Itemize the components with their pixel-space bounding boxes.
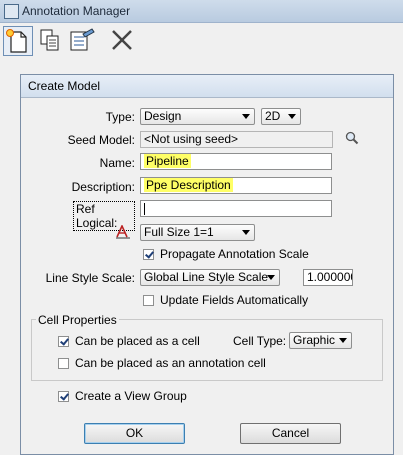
can-be-cell-checkbox[interactable] [58, 336, 69, 347]
name-label: Name: [99, 156, 135, 170]
type-label: Type: [105, 110, 135, 124]
chevron-down-icon [242, 230, 250, 235]
chevron-down-icon [288, 114, 296, 119]
dialog-title: Create Model [28, 79, 101, 93]
window-title-bar: Annotation Manager [0, 0, 403, 23]
type-value: Design [144, 109, 182, 123]
chevron-down-icon [267, 275, 275, 280]
can-be-cell-label: Can be placed as a cell [75, 334, 200, 348]
toolbar [0, 23, 403, 58]
ref-logical-input[interactable] [140, 200, 332, 217]
view-group-checkbox[interactable] [58, 391, 69, 402]
type-select[interactable]: Design [140, 108, 255, 125]
annotation-scale-icon [115, 224, 131, 242]
copy-model-icon[interactable] [36, 26, 64, 54]
app-icon [4, 4, 19, 19]
seed-model-field: <Not using seed> [140, 131, 333, 148]
annotation-scale-select[interactable]: Full Size 1=1 [140, 224, 255, 241]
description-label: Description: [71, 180, 135, 194]
name-value: Pipeline [144, 154, 191, 168]
properties-icon[interactable] [68, 26, 96, 54]
view-group-label: Create a View Group [75, 389, 187, 403]
update-fields-checkbox[interactable] [143, 295, 154, 306]
chevron-down-icon [242, 114, 250, 119]
description-value: Ppe Description [144, 178, 233, 192]
cell-type-select[interactable]: Graphic [289, 332, 352, 349]
search-icon[interactable] [345, 131, 359, 148]
ok-button[interactable]: OK [84, 423, 185, 444]
annotation-cell-label: Can be placed as an annotation cell [75, 356, 266, 370]
delete-icon[interactable] [108, 26, 136, 54]
text-cursor [144, 203, 145, 215]
name-input[interactable]: Pipeline [140, 153, 332, 170]
chevron-down-icon [339, 338, 347, 343]
cell-properties-group [31, 319, 383, 381]
propagate-checkbox[interactable] [143, 249, 154, 260]
seed-model-label: Seed Model: [67, 133, 135, 147]
line-style-scale-input[interactable]: 1.000000 [303, 269, 353, 286]
annotation-cell-checkbox[interactable] [58, 358, 69, 369]
dialog-title-bar: Create Model [21, 75, 393, 98]
cell-type-label: Cell Type: [233, 334, 287, 348]
new-model-icon[interactable] [3, 26, 33, 56]
cell-type-value: Graphic [293, 333, 336, 347]
dimension-value: 2D [265, 109, 281, 123]
line-style-scale-select[interactable]: Global Line Style Scale [140, 269, 280, 286]
cell-properties-title: Cell Properties [36, 313, 119, 327]
propagate-label: Propagate Annotation Scale [160, 247, 309, 261]
dimension-select[interactable]: 2D [261, 108, 301, 125]
description-input[interactable]: Ppe Description [140, 177, 332, 194]
cancel-button[interactable]: Cancel [240, 423, 341, 444]
create-model-dialog: Create Model Type: Design 2D Seed Model:… [20, 74, 394, 455]
annotation-scale-value: Full Size 1=1 [144, 225, 214, 239]
update-fields-label: Update Fields Automatically [160, 293, 309, 307]
line-style-scale-label: Line Style Scale: [45, 271, 135, 285]
line-style-scale-value: Global Line Style Scale [144, 270, 269, 284]
window-title: Annotation Manager [22, 4, 131, 18]
